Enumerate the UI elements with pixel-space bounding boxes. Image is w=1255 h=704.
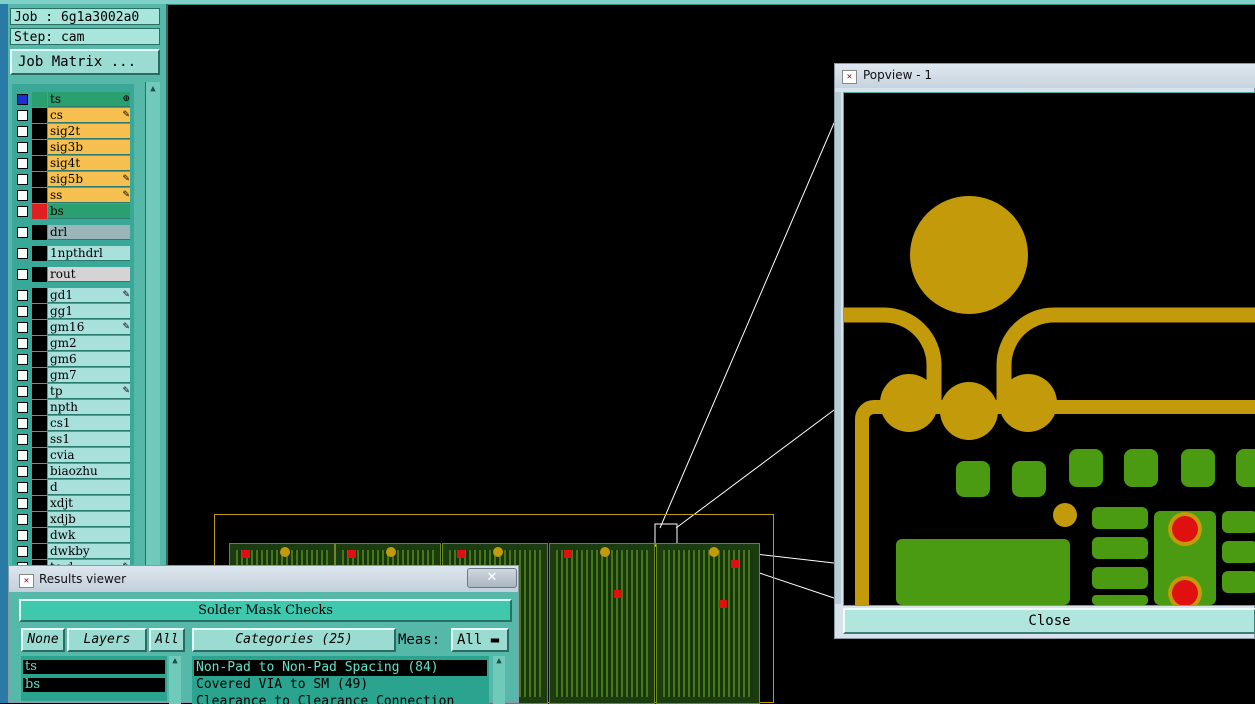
all-button[interactable]: All [149, 628, 185, 652]
list-item[interactable]: bs [23, 678, 165, 692]
result-layers-list[interactable]: ts bs [21, 656, 167, 701]
violation-marker[interactable] [1172, 580, 1198, 606]
popview-scrollbar[interactable] [835, 92, 841, 604]
round-pad [999, 374, 1057, 432]
results-viewer-window: ✕ Results viewer ✕ Solder Mask Checks No… [8, 565, 519, 704]
zoom-guide-line [675, 409, 835, 529]
zoom-guide-line [659, 122, 835, 529]
results-heading: Solder Mask Checks [19, 599, 512, 622]
smd-pad [1236, 449, 1255, 487]
smd-pad [1092, 507, 1148, 529]
popview-titlebar[interactable]: ✕ Popview - 1 [835, 64, 1255, 88]
smd-pad [1092, 567, 1148, 589]
via-pad [1053, 503, 1077, 527]
categories-list[interactable]: Non-Pad to Non-Pad Spacing (84) Covered … [192, 656, 489, 704]
round-pad [880, 374, 938, 432]
categories-scrollbar[interactable]: ▲ [493, 656, 505, 704]
results-titlebar[interactable]: ✕ Results viewer ✕ [9, 566, 518, 592]
popview-canvas[interactable] [843, 92, 1255, 610]
popview-title: Popview - 1 [863, 68, 932, 82]
results-title: Results viewer [39, 572, 127, 586]
smd-pad [1222, 541, 1255, 563]
smd-pad [1181, 449, 1215, 487]
smd-pad [1069, 449, 1103, 487]
meas-select[interactable]: All ▬ [451, 628, 509, 652]
list-item[interactable]: ts [23, 660, 165, 674]
via-pad [910, 196, 1028, 314]
smd-pad [1222, 511, 1255, 533]
categories-button[interactable]: Categories (25) [192, 628, 396, 652]
smd-pad [1092, 537, 1148, 559]
close-button[interactable]: Close [843, 608, 1255, 634]
meas-value: All [457, 632, 483, 648]
smd-pad [1092, 595, 1148, 605]
none-button[interactable]: None [21, 628, 65, 652]
smd-pad [896, 539, 1070, 605]
app-icon: ✕ [842, 70, 857, 84]
dropdown-icon: ▬ [490, 632, 500, 648]
layers-button[interactable]: Layers [67, 628, 147, 652]
smd-pad [1124, 449, 1158, 487]
violation-marker[interactable] [1172, 516, 1198, 542]
list-item[interactable]: Covered VIA to SM (49) [194, 677, 487, 693]
list-item[interactable]: Non-Pad to Non-Pad Spacing (84) [194, 660, 487, 676]
round-pad [940, 382, 998, 440]
popview-window: ✕ Popview - 1 Close [834, 63, 1255, 639]
zoomed-pcb-view [844, 196, 1255, 610]
app-icon: ✕ [19, 574, 34, 588]
smd-pad [956, 461, 990, 497]
pcb-cell [549, 543, 655, 704]
smd-pad [1222, 571, 1255, 593]
smd-pad [1012, 461, 1046, 497]
layers-scrollbar[interactable]: ▲ [169, 656, 181, 704]
close-icon[interactable]: ✕ [467, 568, 517, 588]
pcb-cell [656, 543, 760, 704]
meas-label: Meas: [398, 632, 441, 648]
